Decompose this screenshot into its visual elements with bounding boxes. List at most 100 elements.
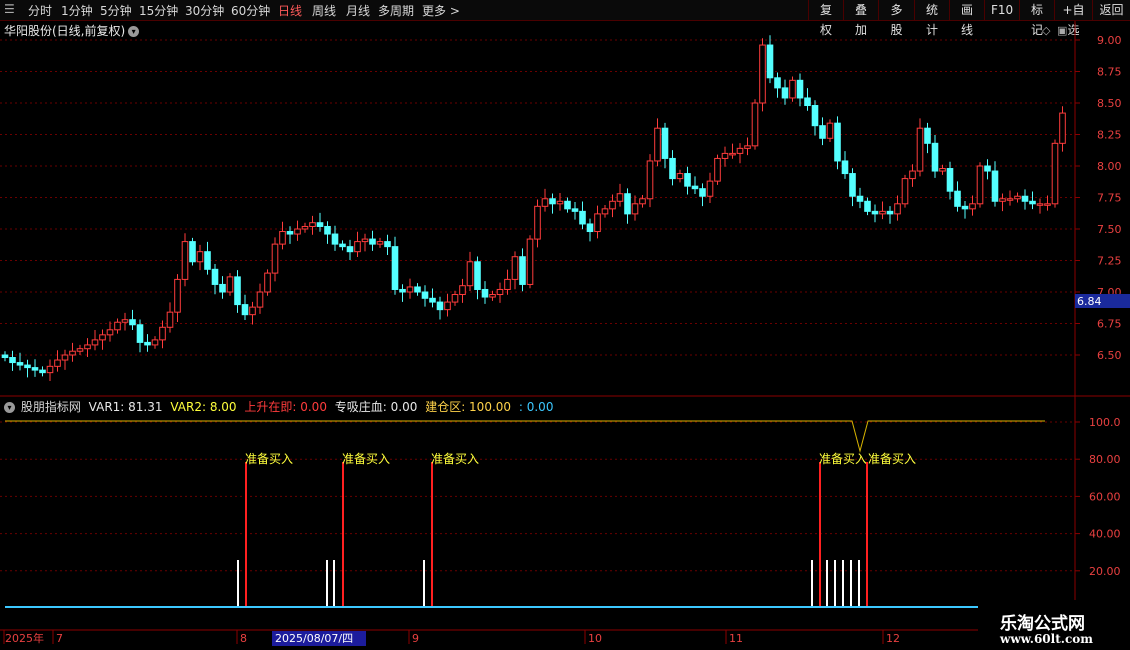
- candle-down: [384, 241, 391, 248]
- period-tab-3[interactable]: 15分钟: [139, 2, 178, 19]
- candle-up: [249, 306, 256, 316]
- period-tab-4[interactable]: 30分钟: [185, 2, 224, 19]
- candle-up: [556, 200, 564, 205]
- var2-value: VAR2: 8.00: [170, 400, 237, 414]
- candle-down: [766, 44, 774, 79]
- candle-down: [1029, 200, 1036, 205]
- menu-icon[interactable]: ☰: [4, 2, 15, 16]
- candle-up: [301, 225, 309, 230]
- price-tick-label: 7.00: [1097, 286, 1122, 299]
- candle-up: [534, 205, 541, 240]
- candle-down: [924, 127, 931, 144]
- candle-down: [144, 341, 151, 346]
- current-price-box: [1075, 294, 1130, 308]
- candle-up: [504, 278, 511, 290]
- toolbar-button-3[interactable]: 统计: [914, 0, 949, 37]
- candle-down: [946, 168, 954, 192]
- period-tab-9[interactable]: 多周期: [378, 2, 414, 19]
- price-tick-label: 9.00: [1097, 34, 1122, 47]
- build-zone-line: [5, 420, 1045, 453]
- build-value: 建仓区: 100.00: [425, 400, 512, 414]
- candle-down: [189, 241, 196, 263]
- candle-up: [76, 348, 84, 352]
- toolbar-button-7[interactable]: +自选: [1054, 0, 1092, 37]
- candle-down: [219, 283, 226, 293]
- period-tab-6[interactable]: 日线: [278, 2, 302, 19]
- chevron-down-icon[interactable]: ▾: [128, 26, 140, 37]
- candle-up: [84, 344, 91, 350]
- candle-down: [864, 200, 871, 212]
- stock-title-bar[interactable]: 华阳股份(日线,前复权) ▾: [4, 22, 140, 39]
- indicator-tick-label: 40.00: [1089, 528, 1121, 541]
- toolbar-button-1[interactable]: 叠加: [843, 0, 878, 37]
- candle-down: [781, 87, 789, 99]
- period-tab-10[interactable]: 更多 >: [422, 2, 460, 19]
- candle-up: [616, 193, 624, 202]
- candle-down: [211, 268, 219, 285]
- indicator-bar: ▾ 股朋指标网 VAR1: 81.31 VAR2: 8.00 上升在即: 0.0…: [4, 398, 557, 415]
- candle-down: [871, 210, 879, 215]
- watermark-url: www.60lt.com: [1000, 632, 1093, 646]
- candle-up: [159, 326, 166, 341]
- candle-up: [174, 278, 181, 313]
- candle-up: [594, 213, 601, 233]
- price-tick-label: 8.25: [1097, 129, 1122, 142]
- candle-down: [684, 173, 691, 187]
- toolbar-button-4[interactable]: 画线: [949, 0, 984, 37]
- period-tab-5[interactable]: 60分钟: [231, 2, 270, 19]
- candle-down: [324, 225, 331, 235]
- price-tick-label: 8.50: [1097, 97, 1122, 110]
- period-tab-2[interactable]: 5分钟: [100, 2, 132, 19]
- date-label: 10: [588, 632, 602, 645]
- candle-down: [991, 170, 999, 202]
- toolbar-button-6[interactable]: 标记: [1019, 0, 1054, 37]
- candle-up: [99, 334, 106, 341]
- candle-down: [429, 297, 436, 303]
- candle-down: [234, 276, 241, 306]
- candle-up: [121, 319, 129, 323]
- date-label: 9: [412, 632, 419, 645]
- candle-up: [444, 301, 451, 311]
- candle-up: [196, 251, 204, 263]
- toolbar-button-8[interactable]: 返回: [1092, 0, 1130, 20]
- chevron-down-icon[interactable]: ▾: [4, 402, 15, 413]
- candle-down: [399, 288, 406, 293]
- toolbar-button-5[interactable]: F10: [984, 0, 1019, 20]
- candle-down: [549, 198, 556, 205]
- candle-down: [391, 246, 399, 290]
- candle-up: [61, 354, 69, 361]
- period-tab-7[interactable]: 周线: [312, 2, 336, 19]
- indicator-tick-label: 80.00: [1089, 453, 1121, 466]
- candle-down: [31, 367, 39, 371]
- candle-up: [826, 122, 834, 139]
- candle-up: [714, 157, 721, 182]
- candle-up: [999, 198, 1006, 202]
- candle-up: [894, 203, 901, 215]
- candle-down: [564, 200, 571, 210]
- price-tick-label: 7.25: [1097, 255, 1122, 268]
- candle-down: [1021, 195, 1029, 202]
- candle-down: [699, 188, 706, 197]
- date-label: 8: [240, 632, 247, 645]
- rise-value: 上升在即: 0.00: [244, 400, 327, 414]
- period-tab-0[interactable]: 分时: [28, 2, 52, 19]
- candle-up: [91, 339, 99, 346]
- toolbar-button-0[interactable]: 复权: [808, 0, 843, 37]
- candle-down: [856, 195, 864, 202]
- settings-icon: ▣: [1057, 24, 1067, 37]
- candle-down: [961, 205, 969, 210]
- candle-down: [834, 122, 841, 162]
- period-tab-1[interactable]: 1分钟: [61, 2, 93, 19]
- candle-up: [879, 210, 886, 215]
- toolbar-button-2[interactable]: 多股: [878, 0, 914, 37]
- cursor-date-label: 2025/08/07/四: [275, 632, 353, 645]
- candle-up: [406, 286, 414, 293]
- candle-down: [661, 127, 669, 159]
- period-tab-8[interactable]: 月线: [346, 2, 370, 19]
- toolbar: 分时 1分钟 5分钟 15分钟 30分钟 60分钟 日线 周线 月线 多周期 更多 > 复权 叠加 多股统…: [0, 0, 1130, 37]
- candle-up: [901, 178, 909, 205]
- indicator-name[interactable]: 股朋指标网: [21, 400, 81, 414]
- candle-up: [706, 180, 714, 197]
- candle-down: [669, 157, 676, 180]
- candle-up: [676, 173, 684, 180]
